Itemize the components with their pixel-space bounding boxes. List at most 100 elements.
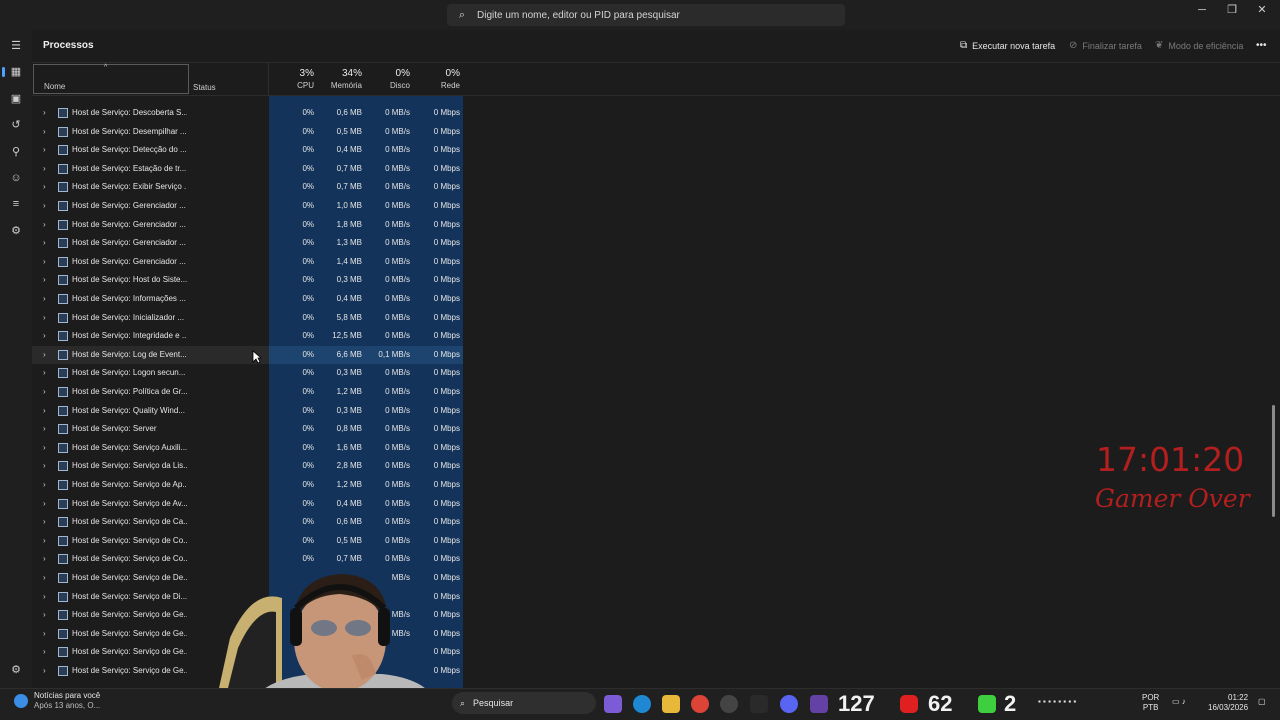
expand-chevron-icon[interactable]: › — [43, 406, 46, 415]
network-column-header[interactable]: 0% Rede — [412, 68, 460, 90]
expand-chevron-icon[interactable]: › — [43, 573, 46, 582]
copilot-icon[interactable] — [604, 695, 622, 713]
more-options-button[interactable]: ••• — [1256, 40, 1267, 51]
process-row[interactable]: › Host de Serviço: Serviço de Co... 0% 0,5 … — [32, 532, 1272, 550]
expand-chevron-icon[interactable]: › — [43, 220, 46, 229]
disk-column-header[interactable]: 0% Disco — [364, 68, 410, 90]
run-new-task-button[interactable]: ⧉ Executar nova tarefa — [960, 40, 1055, 51]
process-row[interactable]: › Host de Serviço: Inicializador ... 0% 5,8… — [32, 309, 1272, 327]
process-row[interactable]: › Host de Serviço: Serviço de Ca... 0% 0,6 … — [32, 513, 1272, 531]
process-row[interactable]: › Host de Serviço: Serviço Auxili... 0% 1,6… — [32, 439, 1272, 457]
memory-column-header[interactable]: 34% Memória — [316, 68, 362, 90]
expand-chevron-icon[interactable]: › — [43, 313, 46, 322]
expand-chevron-icon[interactable]: › — [43, 387, 46, 396]
cell-disk: 0 MB/s — [385, 256, 410, 266]
expand-chevron-icon[interactable]: › — [43, 592, 46, 601]
expand-chevron-icon[interactable]: › — [43, 108, 46, 117]
settings-icon[interactable]: ⚙ — [8, 662, 24, 678]
expand-chevron-icon[interactable]: › — [43, 443, 46, 452]
cell-cpu: 0% — [302, 554, 314, 564]
startup-apps-icon[interactable]: ⚲ — [8, 144, 24, 160]
efficiency-mode-button[interactable]: ❦ Modo de eficiência — [1155, 40, 1243, 51]
expand-chevron-icon[interactable]: › — [43, 499, 46, 508]
chrome-icon[interactable] — [691, 695, 709, 713]
process-row[interactable]: › Host de Serviço: Descoberta S... 0% 0,6 M… — [32, 104, 1272, 122]
process-row[interactable]: › Host de Serviço: Informações ... 0% 0,4 M… — [32, 290, 1272, 308]
clock-app-icon[interactable] — [720, 695, 738, 713]
taskbar-search[interactable]: ⌕ Pesquisar — [452, 692, 596, 714]
capcut-icon[interactable] — [750, 695, 768, 713]
expand-chevron-icon[interactable]: › — [43, 480, 46, 489]
expand-chevron-icon[interactable]: › — [43, 331, 46, 340]
search-icon: ⌕ — [458, 8, 466, 21]
expand-chevron-icon[interactable]: › — [43, 127, 46, 136]
process-row[interactable]: › Host de Serviço: Política de Gr... 0% 1,2… — [32, 383, 1272, 401]
expand-chevron-icon[interactable]: › — [43, 554, 46, 563]
expand-chevron-icon[interactable]: › — [43, 461, 46, 470]
twitch-icon[interactable] — [810, 695, 828, 713]
discord-icon[interactable] — [780, 695, 798, 713]
process-row[interactable]: › Host de Serviço: Log de Event... 0% 6,6 M… — [32, 345, 1272, 364]
expand-chevron-icon[interactable]: › — [43, 145, 46, 154]
expand-chevron-icon[interactable]: › — [43, 610, 46, 619]
process-row[interactable]: › Host de Serviço: Quality Wind... 0% 0,3 M… — [32, 402, 1272, 420]
process-row[interactable]: › Host de Serviço: Server 0% 0,8 MB 0 MB/s 0 … — [32, 420, 1272, 438]
status-column-header[interactable]: Status — [193, 83, 216, 92]
app-history-icon[interactable]: ↺ — [8, 117, 24, 133]
process-row[interactable]: › Host de Serviço: Desempilhar ... 0% 0,5 M… — [32, 123, 1272, 141]
maximize-button[interactable]: ❐ — [1217, 0, 1247, 30]
expand-chevron-icon[interactable]: › — [43, 257, 46, 266]
expand-chevron-icon[interactable]: › — [43, 629, 46, 638]
notification-icon[interactable]: ▢ — [1258, 697, 1266, 707]
name-column-header[interactable]: ^ Nome — [33, 64, 189, 94]
process-row[interactable]: › Host de Serviço: Host do Siste... 0% 0,3 … — [32, 271, 1272, 289]
expand-chevron-icon[interactable]: › — [43, 294, 46, 303]
expand-chevron-icon[interactable]: › — [43, 368, 46, 377]
hamburger-menu-icon[interactable]: ☰ — [8, 38, 24, 54]
expand-chevron-icon[interactable]: › — [43, 201, 46, 210]
process-row[interactable]: › Host de Serviço: Integridade e ... 0% 12,… — [32, 327, 1272, 345]
expand-chevron-icon[interactable]: › — [43, 517, 46, 526]
file-explorer-icon[interactable] — [662, 695, 680, 713]
tray-icons[interactable]: ▪ ▪ ▪ ▪ ▪ ▪ ▪ ▪ — [1038, 697, 1076, 707]
expand-chevron-icon[interactable]: › — [43, 238, 46, 247]
process-row[interactable]: › Host de Serviço: Exibir Serviço ... 0% 0,… — [32, 178, 1272, 196]
performance-icon[interactable]: ▣ — [8, 91, 24, 107]
services-icon[interactable]: ⚙ — [8, 223, 24, 239]
process-row[interactable]: › Host de Serviço: Serviço de Co... 0% 0,7 … — [32, 550, 1272, 568]
expand-chevron-icon[interactable]: › — [43, 536, 46, 545]
process-row[interactable]: › Host de Serviço: Serviço de Av... 0% 0,4 … — [32, 495, 1272, 513]
users-icon[interactable]: ☺ — [8, 170, 24, 186]
expand-chevron-icon[interactable]: › — [43, 424, 46, 433]
system-clock[interactable]: 01:22 16/03/2026 — [1208, 693, 1248, 713]
expand-chevron-icon[interactable]: › — [43, 164, 46, 173]
end-task-button[interactable]: ⊘ Finalizar tarefa — [1069, 40, 1142, 51]
network-volume-icon[interactable]: ▭ ♪ — [1172, 697, 1186, 707]
language-indicator[interactable]: POR PTB — [1142, 693, 1159, 713]
process-row[interactable]: › Host de Serviço: Logon secun... 0% 0,3 MB… — [32, 364, 1272, 382]
process-name: Host de Serviço: Serviço de Ca... — [72, 517, 187, 527]
details-icon[interactable]: ≡ — [8, 196, 24, 212]
process-row[interactable]: › Host de Serviço: Gerenciador ... 0% 1,4 M… — [32, 253, 1272, 271]
process-row[interactable]: › Host de Serviço: Detecção do ... 0% 0,4 M… — [32, 141, 1272, 159]
vertical-scrollbar[interactable] — [1272, 405, 1275, 517]
expand-chevron-icon[interactable]: › — [43, 647, 46, 656]
cpu-column-header[interactable]: 3% CPU — [272, 68, 314, 90]
process-row[interactable]: › Host de Serviço: Gerenciador ... 0% 1,3 M… — [32, 234, 1272, 252]
expand-chevron-icon[interactable]: › — [43, 666, 46, 675]
processes-icon[interactable]: ▦ — [2, 64, 24, 80]
expand-chevron-icon[interactable]: › — [43, 350, 46, 359]
column-divider[interactable] — [268, 63, 269, 96]
edge-icon[interactable] — [633, 695, 651, 713]
process-row[interactable]: › Host de Serviço: Estação de tr... 0% 0,7 … — [32, 160, 1272, 178]
news-widget[interactable]: Notícias para você Após 13 anos, O... — [14, 691, 100, 710]
process-row[interactable]: › Host de Serviço: Serviço de Ap... 0% 1,2 … — [32, 476, 1272, 494]
process-row[interactable]: › Host de Serviço: Gerenciador ... 0% 1,0 M… — [32, 197, 1272, 215]
close-button[interactable]: ✕ — [1247, 0, 1277, 30]
minimize-button[interactable]: ─ — [1187, 0, 1217, 30]
process-row[interactable]: › Host de Serviço: Gerenciador ... 0% 1,8 M… — [32, 216, 1272, 234]
expand-chevron-icon[interactable]: › — [43, 275, 46, 284]
process-row[interactable]: › Host de Serviço: Serviço da Lis... 0% 2,8… — [32, 457, 1272, 475]
expand-chevron-icon[interactable]: › — [43, 182, 46, 191]
search-input[interactable]: ⌕ Digite um nome, editor ou PID para pes… — [447, 4, 845, 26]
